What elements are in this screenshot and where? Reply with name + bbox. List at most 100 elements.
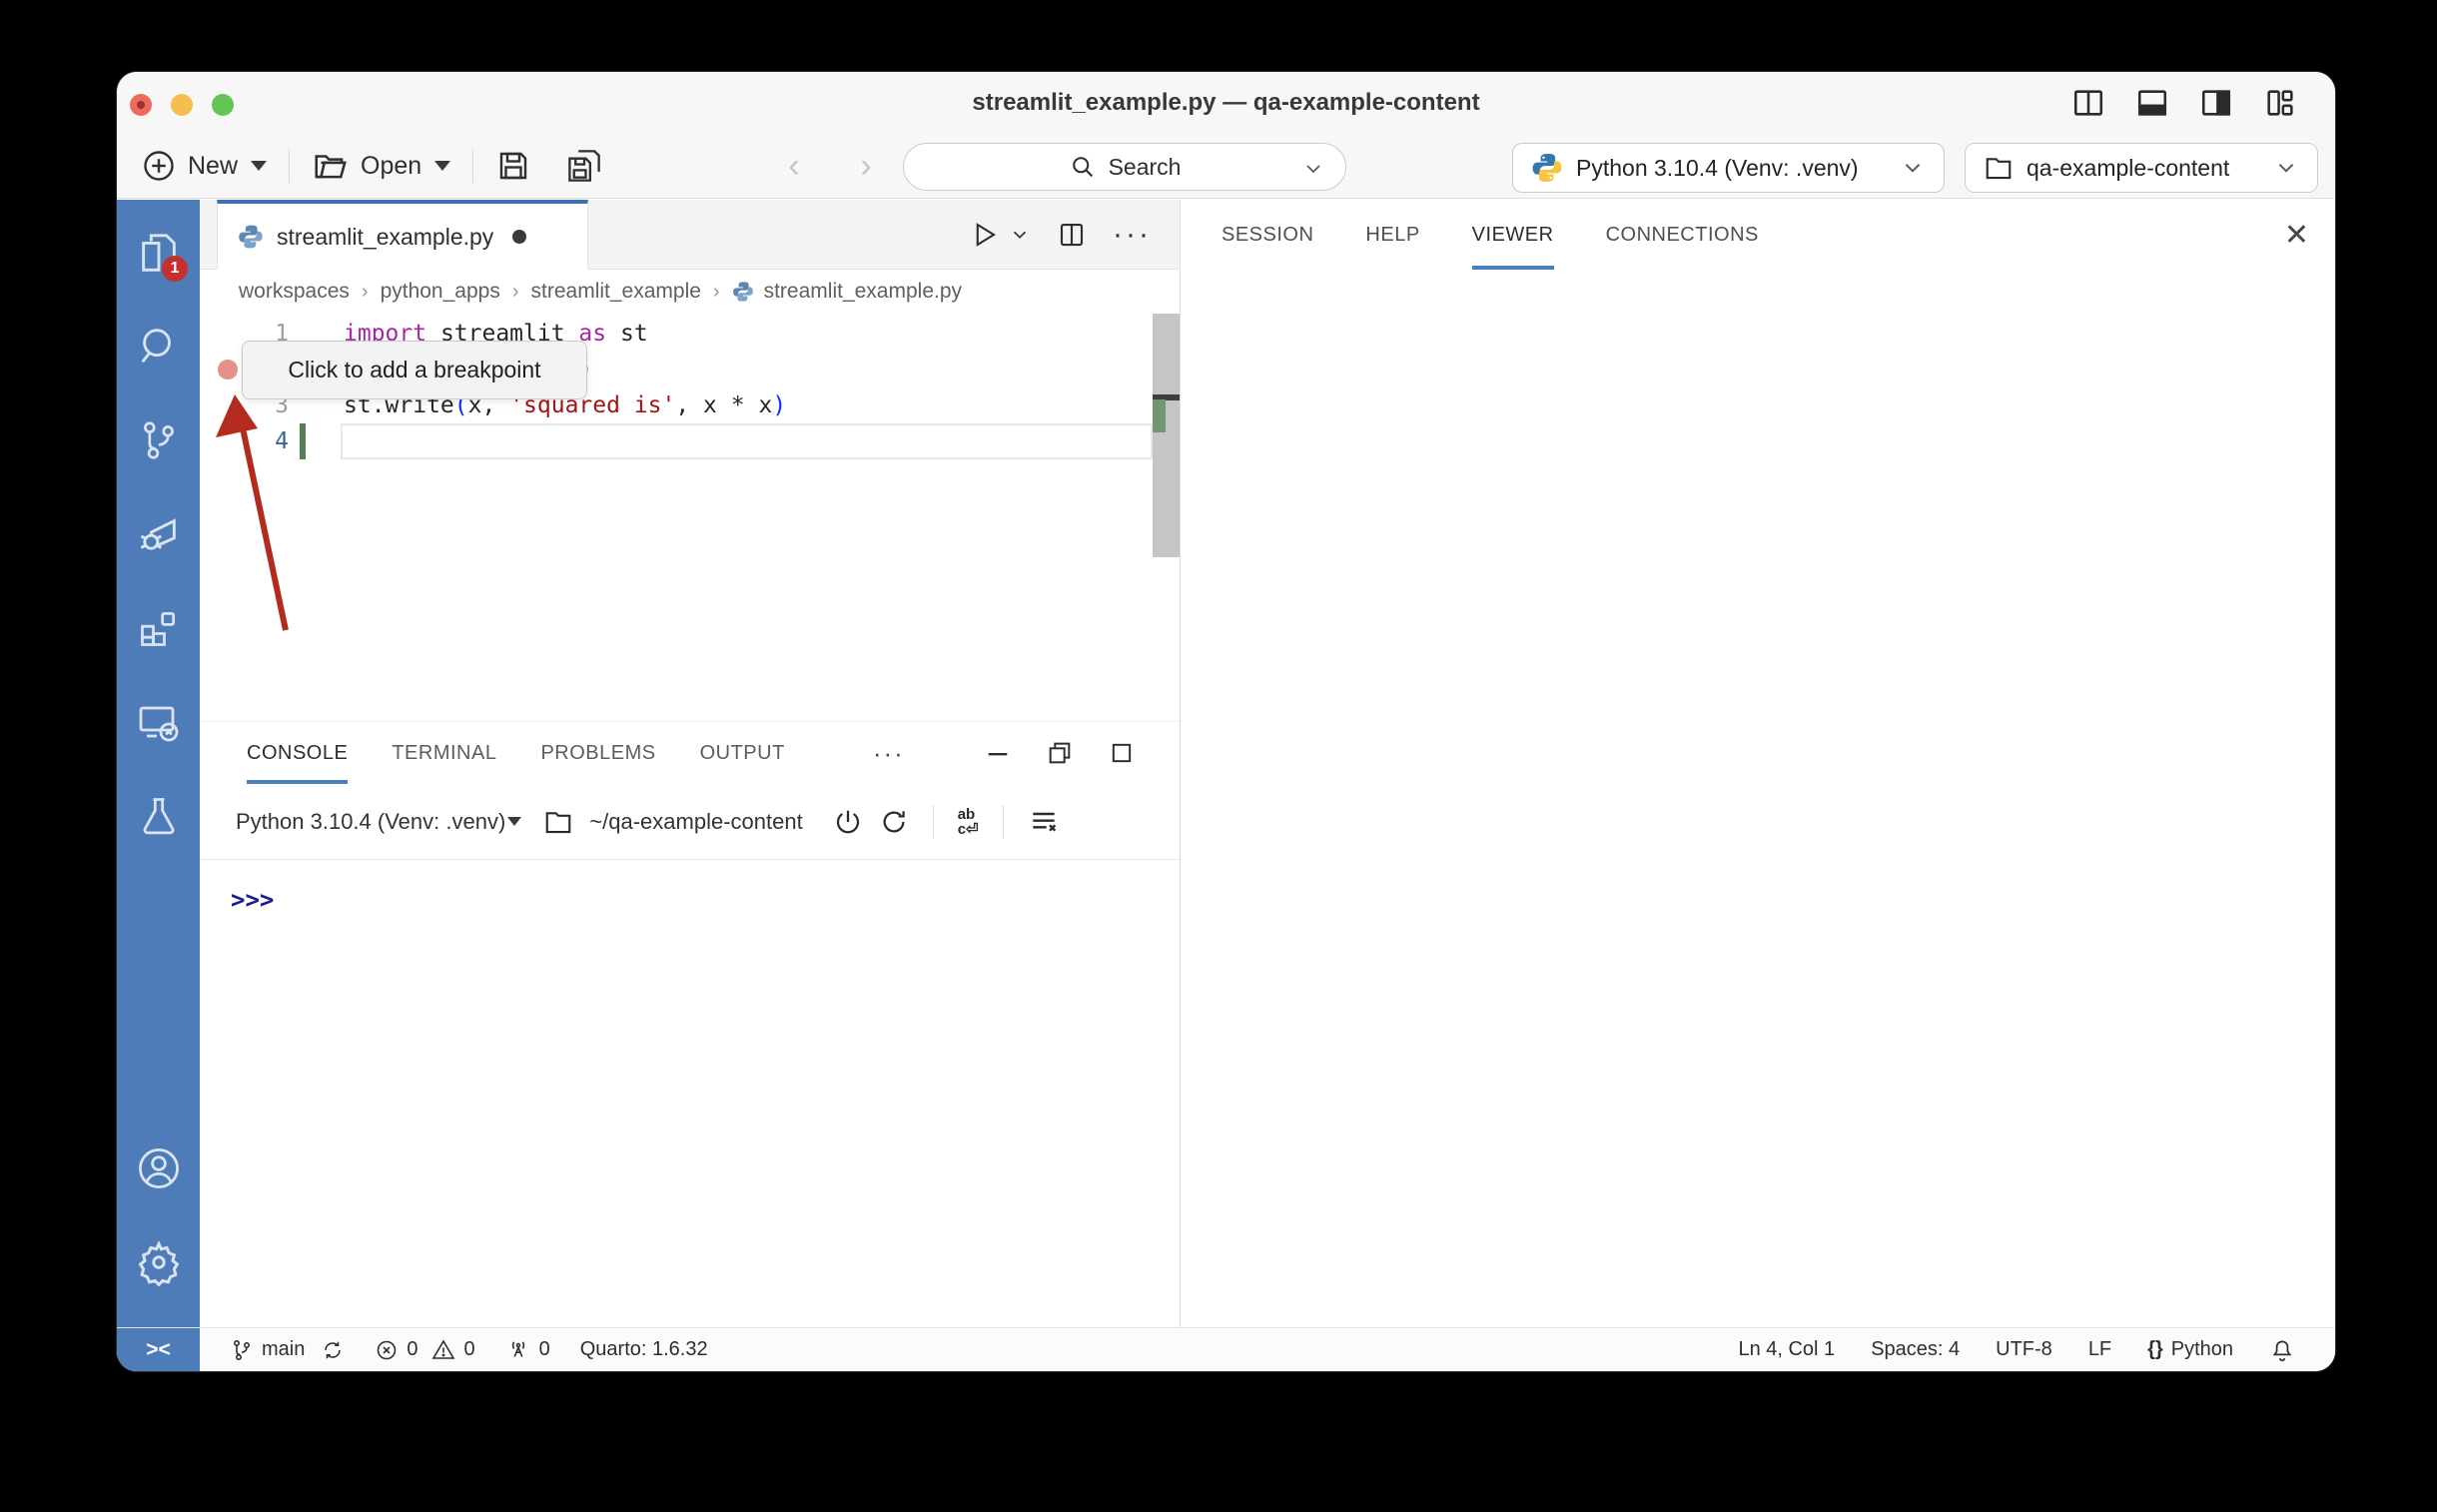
editor-tab-strip: streamlit_example.py ···: [200, 200, 1180, 270]
breadcrumb-separator: ›: [360, 281, 371, 304]
search-icon: [136, 324, 182, 370]
workspace-folder-selector[interactable]: qa-example-content: [1965, 143, 2318, 193]
cursor-position-status[interactable]: Ln 4, Col 1: [1738, 1338, 1835, 1361]
breadcrumb-item[interactable]: python_apps: [381, 280, 500, 304]
tab-console[interactable]: CONSOLE: [247, 722, 348, 784]
minimize-panel-button[interactable]: [984, 739, 1012, 767]
toggle-secondary-sidebar-icon[interactable]: [2199, 86, 2233, 120]
navigate-back-button[interactable]: ‹: [771, 147, 817, 186]
clear-console-button[interactable]: [1028, 806, 1060, 838]
tab-label: streamlit_example.py: [277, 224, 493, 251]
save-all-icon: [565, 147, 603, 185]
sidebar-item-settings[interactable]: [117, 1215, 200, 1309]
search-icon: [1069, 153, 1097, 181]
sidebar-item-run-debug[interactable]: [117, 487, 200, 581]
indentation-status[interactable]: Spaces: 4: [1871, 1338, 1960, 1361]
split-editor-layout-icon[interactable]: [2071, 86, 2105, 120]
split-editor-button[interactable]: [1057, 220, 1087, 250]
account-icon: [135, 1144, 183, 1192]
new-button[interactable]: New: [131, 148, 277, 184]
quarto-version-label: Quarto: 1.6.32: [580, 1338, 708, 1361]
tab-session[interactable]: SESSION: [1221, 200, 1313, 270]
toolbar-divider: [472, 149, 473, 183]
git-branch-status[interactable]: main: [230, 1338, 345, 1362]
maximize-panel-button[interactable]: [1108, 739, 1136, 767]
sidebar-item-explorer[interactable]: 1: [117, 206, 200, 300]
tab-viewer[interactable]: VIEWER: [1472, 200, 1554, 270]
bottom-panel: CONSOLE TERMINAL PROBLEMS OUTPUT ··· Python…: [200, 721, 1180, 1327]
status-bar: >< main 0 0 0 Quarto: 1.6.32 Ln 4, Col 1…: [117, 1327, 2335, 1371]
breadcrumb-separator: ›: [711, 281, 722, 304]
python-logo-icon: [1531, 152, 1563, 184]
open-button[interactable]: Open: [302, 147, 460, 185]
forwarded-ports-status[interactable]: 0: [505, 1337, 550, 1363]
sidebar-item-extensions[interactable]: [117, 581, 200, 675]
breakpoint-dot[interactable]: [218, 360, 238, 379]
secondary-side-panel: SESSION HELP VIEWER CONNECTIONS ✕: [1180, 200, 2335, 1327]
tab-output[interactable]: OUTPUT: [700, 722, 785, 784]
overview-modified-mark: [1153, 399, 1166, 432]
navigate-forward-button[interactable]: ›: [843, 147, 889, 186]
word-wrap-toggle-button[interactable]: abc⏎: [958, 807, 979, 837]
breadcrumb-item[interactable]: workspaces: [239, 280, 350, 304]
restore-panel-button[interactable]: [1046, 739, 1074, 767]
ports-count: 0: [539, 1338, 550, 1361]
language-mode-status[interactable]: {}Python: [2147, 1338, 2233, 1361]
explorer-badge: 1: [162, 256, 188, 282]
console-interpreter-selector[interactable]: Python 3.10.4 (Venv: .venv): [236, 809, 527, 835]
editor-tab-streamlit-example[interactable]: streamlit_example.py: [217, 200, 588, 270]
console-prompt: >>>: [231, 886, 274, 914]
folder-icon: [543, 807, 573, 837]
breadcrumb: workspaces › python_apps › streamlit_example…: [200, 270, 1180, 314]
close-panel-button[interactable]: ✕: [2284, 218, 2309, 253]
python-file-icon: [732, 281, 754, 303]
save-button[interactable]: [485, 148, 541, 184]
remote-explorer-icon: [135, 698, 183, 746]
search-placeholder-text: Search: [1109, 154, 1182, 181]
encoding-status[interactable]: UTF-8: [1996, 1338, 2052, 1361]
console-output[interactable]: >>>: [200, 860, 1180, 1327]
restart-console-button[interactable]: [879, 807, 909, 837]
sidebar-item-source-control[interactable]: [117, 393, 200, 487]
breadcrumb-separator: ›: [510, 281, 521, 304]
sidebar-item-account[interactable]: [117, 1122, 200, 1215]
sidebar-item-testing[interactable]: [117, 769, 200, 863]
split-editor-icon: [1057, 220, 1087, 250]
right-panel-tab-bar: SESSION HELP VIEWER CONNECTIONS: [1181, 200, 2335, 270]
editor-scrollbar[interactable]: [1153, 314, 1180, 557]
notifications-bell[interactable]: [2269, 1337, 2295, 1363]
eol-status[interactable]: LF: [2088, 1338, 2111, 1361]
sidebar-item-remote-explorer[interactable]: [117, 675, 200, 769]
folder-icon: [1984, 153, 2014, 183]
code-editor[interactable]: 1import streamlit as st2 )3st.write(x, '…: [200, 314, 1180, 721]
tab-connections[interactable]: CONNECTIONS: [1606, 200, 1759, 270]
working-directory-label[interactable]: ~/qa-example-content: [589, 809, 802, 835]
remote-indicator[interactable]: ><: [117, 1328, 200, 1372]
error-icon: [375, 1338, 399, 1362]
code-line-4[interactable]: 4: [200, 423, 1180, 459]
shutdown-console-button[interactable]: [833, 807, 863, 837]
interpreter-selector[interactable]: Python 3.10.4 (Venv: .venv): [1512, 143, 1945, 193]
branch-name: main: [262, 1338, 305, 1361]
customize-layout-icon[interactable]: [2263, 86, 2297, 120]
save-all-button[interactable]: [555, 147, 613, 185]
breadcrumb-item[interactable]: streamlit_example.py: [764, 280, 962, 304]
chevron-down-icon: [507, 817, 521, 826]
new-button-label: New: [188, 152, 238, 181]
line-number: 4: [200, 423, 289, 459]
folder-open-icon: [312, 147, 350, 185]
console-toolbar: Python 3.10.4 (Venv: .venv) ~/qa-example…: [200, 784, 1180, 860]
tab-problems[interactable]: PROBLEMS: [540, 722, 655, 784]
global-search-input[interactable]: Search: [903, 143, 1346, 191]
toggle-panel-icon[interactable]: [2135, 86, 2169, 120]
panel-more-tabs-button[interactable]: ···: [873, 738, 905, 769]
tab-help[interactable]: HELP: [1365, 200, 1419, 270]
editor-more-actions-button[interactable]: ···: [1113, 218, 1152, 252]
problems-status[interactable]: 0 0: [375, 1338, 474, 1362]
breadcrumb-item[interactable]: streamlit_example: [531, 280, 701, 304]
quarto-version-status[interactable]: Quarto: 1.6.32: [580, 1338, 708, 1361]
run-file-button[interactable]: [969, 220, 1031, 250]
unsaved-changes-dot[interactable]: [512, 230, 526, 244]
sidebar-item-search[interactable]: [117, 300, 200, 393]
tab-terminal[interactable]: TERMINAL: [392, 722, 496, 784]
